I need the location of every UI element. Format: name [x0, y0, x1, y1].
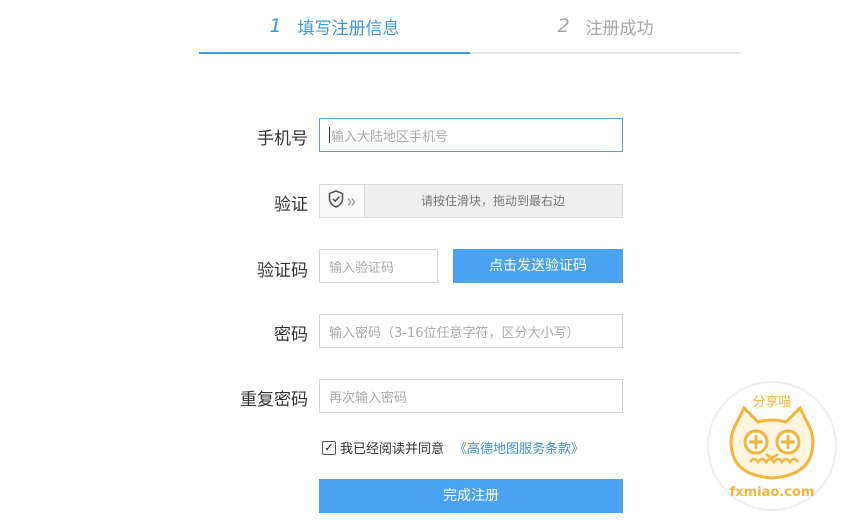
watermark-top-text: 分享喵	[752, 394, 791, 410]
send-code-button[interactable]: 点击发送验证码	[453, 249, 623, 283]
password-input[interactable]: 输入密码（3-16位任意字符，区分大小写）	[319, 314, 623, 348]
slider-handle[interactable]	[320, 185, 365, 217]
registration-steps: 1 填写注册信息 2 注册成功	[199, 0, 741, 54]
confirm-password-label: 重复密码	[240, 390, 308, 410]
agreement-row: ✓ 我已经阅读并同意 《高德地图服务条款》	[322, 438, 584, 457]
phone-input[interactable]: 输入大陆地区手机号	[319, 118, 623, 152]
code-placeholder: 输入验证码	[329, 260, 395, 276]
submit-button[interactable]: 完成注册	[319, 479, 623, 513]
text-caret	[329, 127, 330, 143]
code-input[interactable]: 输入验证码	[319, 249, 438, 283]
watermark-bottom-text: fxmiao.com	[730, 485, 815, 500]
shield-check-icon	[328, 190, 344, 212]
step-number: 1	[269, 15, 282, 37]
phone-placeholder: 输入大陆地区手机号	[331, 129, 449, 145]
agree-text: 我已经阅读并同意	[340, 442, 445, 457]
agree-checkbox[interactable]: ✓	[322, 440, 336, 455]
password-placeholder: 输入密码（3-16位任意字符，区分大小写）	[329, 325, 580, 341]
slider-captcha[interactable]: 请按住滑块，拖动到最右边	[319, 184, 623, 218]
step-label: 注册成功	[585, 18, 654, 39]
confirm-password-input[interactable]: 再次输入密码	[319, 379, 623, 413]
phone-label: 手机号	[257, 129, 308, 149]
step-fill-info: 1 填写注册信息	[199, 0, 470, 54]
confirm-placeholder: 再次输入密码	[329, 390, 408, 406]
verify-label: 验证	[274, 195, 308, 215]
step-label: 填写注册信息	[297, 18, 400, 39]
step-success: 2 注册成功	[470, 0, 741, 54]
password-label: 密码	[274, 325, 308, 345]
step-number: 2	[557, 15, 570, 37]
slider-hint: 请按住滑块，拖动到最右边	[420, 194, 565, 208]
fxmiao-watermark-logo: 分享喵 fxmiao.com	[706, 380, 838, 512]
terms-link[interactable]: 《高德地图服务条款》	[454, 438, 584, 457]
double-chevron-right-icon	[347, 192, 356, 211]
code-label: 验证码	[257, 261, 308, 281]
